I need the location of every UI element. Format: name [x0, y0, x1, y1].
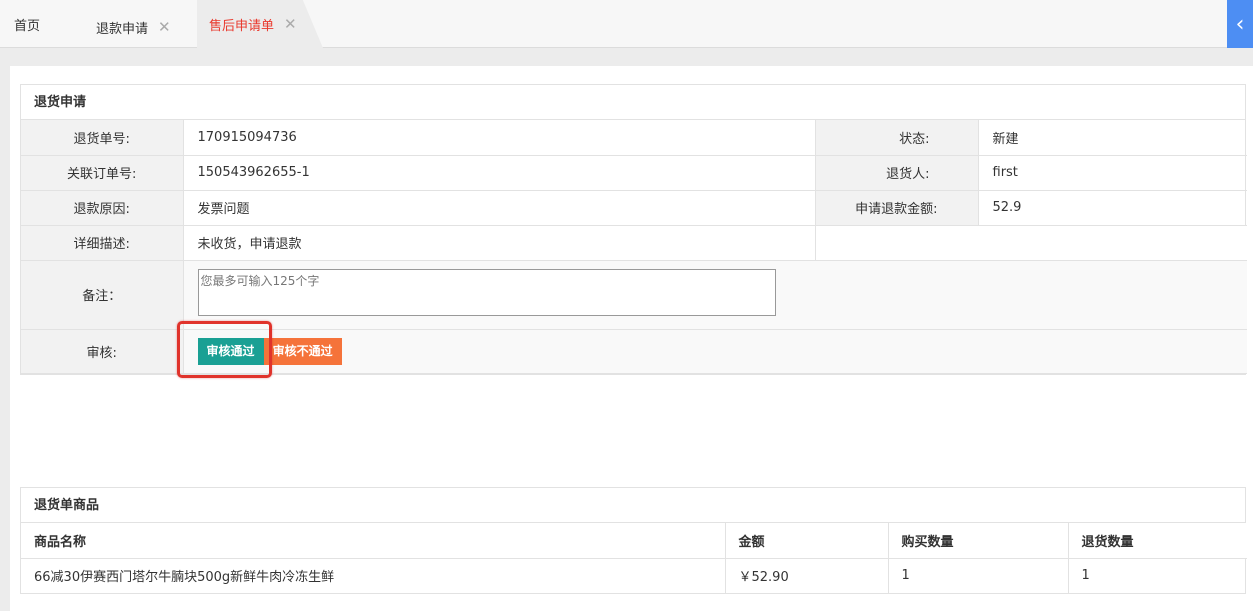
- description-value: 未收货，申请退款: [182, 224, 816, 261]
- section-title: 退货申请: [21, 85, 1245, 120]
- column-header-buy-qty: 购买数量: [887, 523, 1069, 559]
- column-header-name: 商品名称: [21, 523, 726, 559]
- tab-home-label: 首页: [14, 18, 41, 34]
- tab-refund-application[interactable]: 退款申请 ✕: [96, 3, 171, 51]
- column-header-return-qty: 退货数量: [1067, 523, 1247, 559]
- tab-bar: 首页 退款申请 ✕ 售后申请单 ✕ ‹: [0, 0, 1253, 48]
- status-value: 新建: [977, 120, 1247, 156]
- table-row: 关联订单号: 150543962655-1 退货人: first: [21, 154, 1247, 191]
- reject-button[interactable]: 审核不通过: [263, 337, 342, 365]
- table-row: 审核: 审核通过 审核不通过: [21, 328, 1247, 374]
- table-header-row: 商品名称 金额 购买数量 退货数量: [21, 523, 1247, 559]
- remark-label: 备注：: [21, 259, 184, 330]
- order-no-value: 150543962655-1: [182, 154, 816, 191]
- status-label: 状态:: [814, 120, 979, 156]
- returner-value: first: [977, 154, 1247, 191]
- return-application-section: 退货申请 退货单号: 170915094736 状态: 新建 关联订单号: 15…: [20, 84, 1247, 375]
- table-row: 退货单号: 170915094736 状态: 新建: [21, 120, 1247, 156]
- table-row: 备注：: [21, 259, 1247, 330]
- goods-return-qty: 1: [1067, 557, 1247, 593]
- collapse-chevron-icon[interactable]: ‹: [1227, 0, 1253, 48]
- amount-value: 52.9: [977, 189, 1247, 226]
- table-row: 详细描述: 未收货，申请退款: [21, 224, 1247, 261]
- return-no-value: 170915094736: [182, 120, 816, 156]
- returner-label: 退货人:: [814, 154, 979, 191]
- close-icon[interactable]: ✕: [158, 18, 171, 36]
- tab-refund-label: 退款申请: [96, 21, 149, 37]
- table-row: 66减30伊赛西门塔尔牛腩块500g新鲜牛肉冷冻生鲜 ￥52.90 1 1: [21, 557, 1247, 593]
- goods-amount: ￥52.90: [724, 557, 889, 593]
- description-label: 详细描述:: [21, 224, 184, 261]
- approve-button[interactable]: 审核通过: [197, 337, 264, 365]
- remark-cell: [182, 259, 1247, 330]
- section-title: 退货单商品: [21, 488, 1245, 523]
- table-row: 退款原因: 发票问题 申请退款金额: 52.9: [21, 189, 1247, 226]
- review-label: 审核:: [21, 328, 184, 374]
- return-no-label: 退货单号:: [21, 120, 184, 156]
- remark-textarea[interactable]: [197, 269, 776, 316]
- goods-name: 66减30伊赛西门塔尔牛腩块500g新鲜牛肉冷冻生鲜: [21, 557, 726, 593]
- return-info-table: 退货单号: 170915094736 状态: 新建 关联订单号: 1505439…: [21, 120, 1247, 374]
- empty-cell: [814, 224, 1247, 261]
- tab-home[interactable]: 首页: [14, 0, 40, 48]
- column-header-amount: 金额: [724, 523, 889, 559]
- goods-buy-qty: 1: [887, 557, 1069, 593]
- return-goods-section: 退货单商品 商品名称 金额 购买数量 退货数量 66减30伊赛西门塔尔牛腩块50…: [20, 487, 1247, 594]
- tab-aftersale-label: 售后申请单: [209, 18, 275, 34]
- review-actions: 审核通过 审核不通过: [182, 328, 1247, 374]
- goods-table: 商品名称 金额 购买数量 退货数量 66减30伊赛西门塔尔牛腩块500g新鲜牛肉…: [21, 523, 1247, 593]
- reason-label: 退款原因:: [21, 189, 184, 226]
- close-icon[interactable]: ✕: [284, 15, 297, 33]
- amount-label: 申请退款金额:: [814, 189, 979, 226]
- reason-value: 发票问题: [182, 189, 816, 226]
- tab-aftersale-form[interactable]: 售后申请单 ✕: [197, 0, 323, 48]
- order-no-label: 关联订单号:: [21, 154, 184, 191]
